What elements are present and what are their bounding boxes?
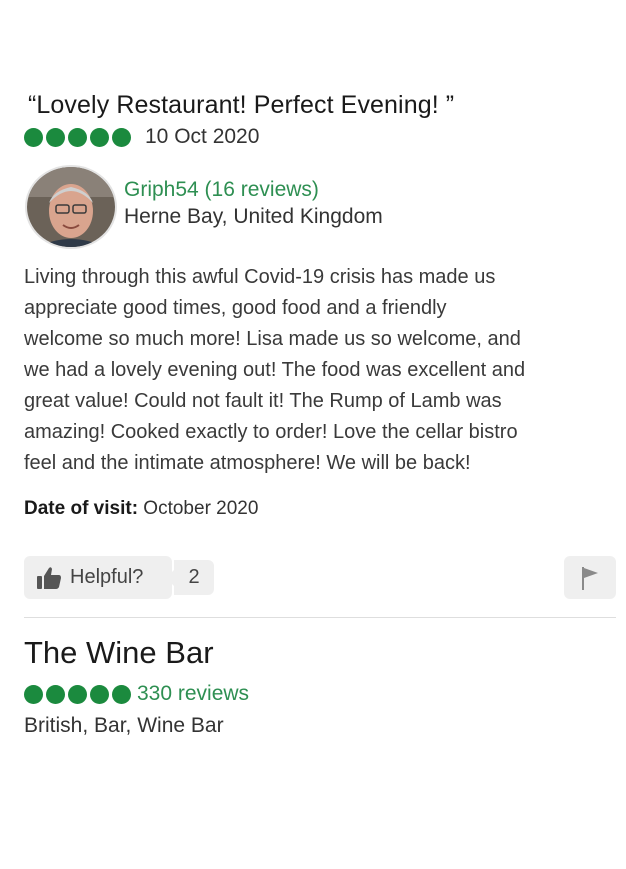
restaurant-reviews-link[interactable]: 330 reviews [137, 682, 249, 706]
flag-icon [582, 566, 598, 590]
thumbs-up-icon [36, 565, 62, 591]
restaurant-cuisine: British, Bar, Wine Bar [24, 714, 224, 737]
rating-bubble [90, 684, 109, 704]
review-body-line: feel and the intimate atmosphere! We wil… [24, 452, 471, 474]
helpful-count-badge: 2 [166, 560, 214, 595]
review-body-line: appreciate good times, good food and a f… [24, 297, 447, 319]
review-title: “Lovely Restaurant! Perfect Evening! ” [28, 91, 455, 119]
rating-bubble [24, 684, 43, 704]
rating-bubble [24, 127, 43, 147]
avatar-photo [27, 167, 115, 247]
section-divider [24, 617, 616, 618]
rating-bubble [112, 684, 131, 704]
review-date: 10 Oct 2020 [145, 125, 260, 148]
review-body-line: Living through this awful Covid-19 crisi… [24, 266, 496, 288]
helpful-label: Helpful? [70, 566, 144, 588]
review-body: Living through this awful Covid-19 crisi… [24, 262, 624, 479]
restaurant-rating: 330 reviews [24, 682, 249, 706]
rating-bubble [68, 684, 87, 704]
review-body-line: great value! Could not fault it! The Rum… [24, 390, 502, 412]
rating-bubble [112, 127, 131, 147]
date-of-visit-value: October 2020 [138, 498, 259, 519]
review-body-line: welcome so much more! Lisa made us so we… [24, 328, 521, 350]
reviewer-avatar[interactable] [25, 165, 117, 249]
date-of-visit-label: Date of visit: [24, 498, 139, 519]
helpful-count: 2 [188, 566, 200, 588]
review-rating: 10 Oct 2020 [24, 125, 259, 149]
rating-bubble [46, 127, 65, 147]
review-body-line: we had a lovely evening out! The food wa… [24, 359, 526, 381]
reviewer-location: Herne Bay, United Kingdom [124, 205, 383, 228]
review-rating-bubbles [24, 127, 131, 147]
date-of-visit: Date of visit: October 2020 [24, 498, 258, 520]
rating-bubble [68, 127, 87, 147]
reviewer-name-link[interactable]: Griph54 (16 reviews) [124, 178, 319, 202]
rating-bubble [46, 684, 65, 704]
helpful-button[interactable]: Helpful? [24, 556, 172, 599]
rating-bubble [90, 127, 109, 147]
restaurant-name-link[interactable]: The Wine Bar [24, 635, 214, 671]
restaurant-rating-bubbles [24, 684, 131, 704]
report-button[interactable] [564, 556, 616, 599]
review-body-line: amazing! Cooked exactly to order! Love t… [24, 421, 518, 443]
